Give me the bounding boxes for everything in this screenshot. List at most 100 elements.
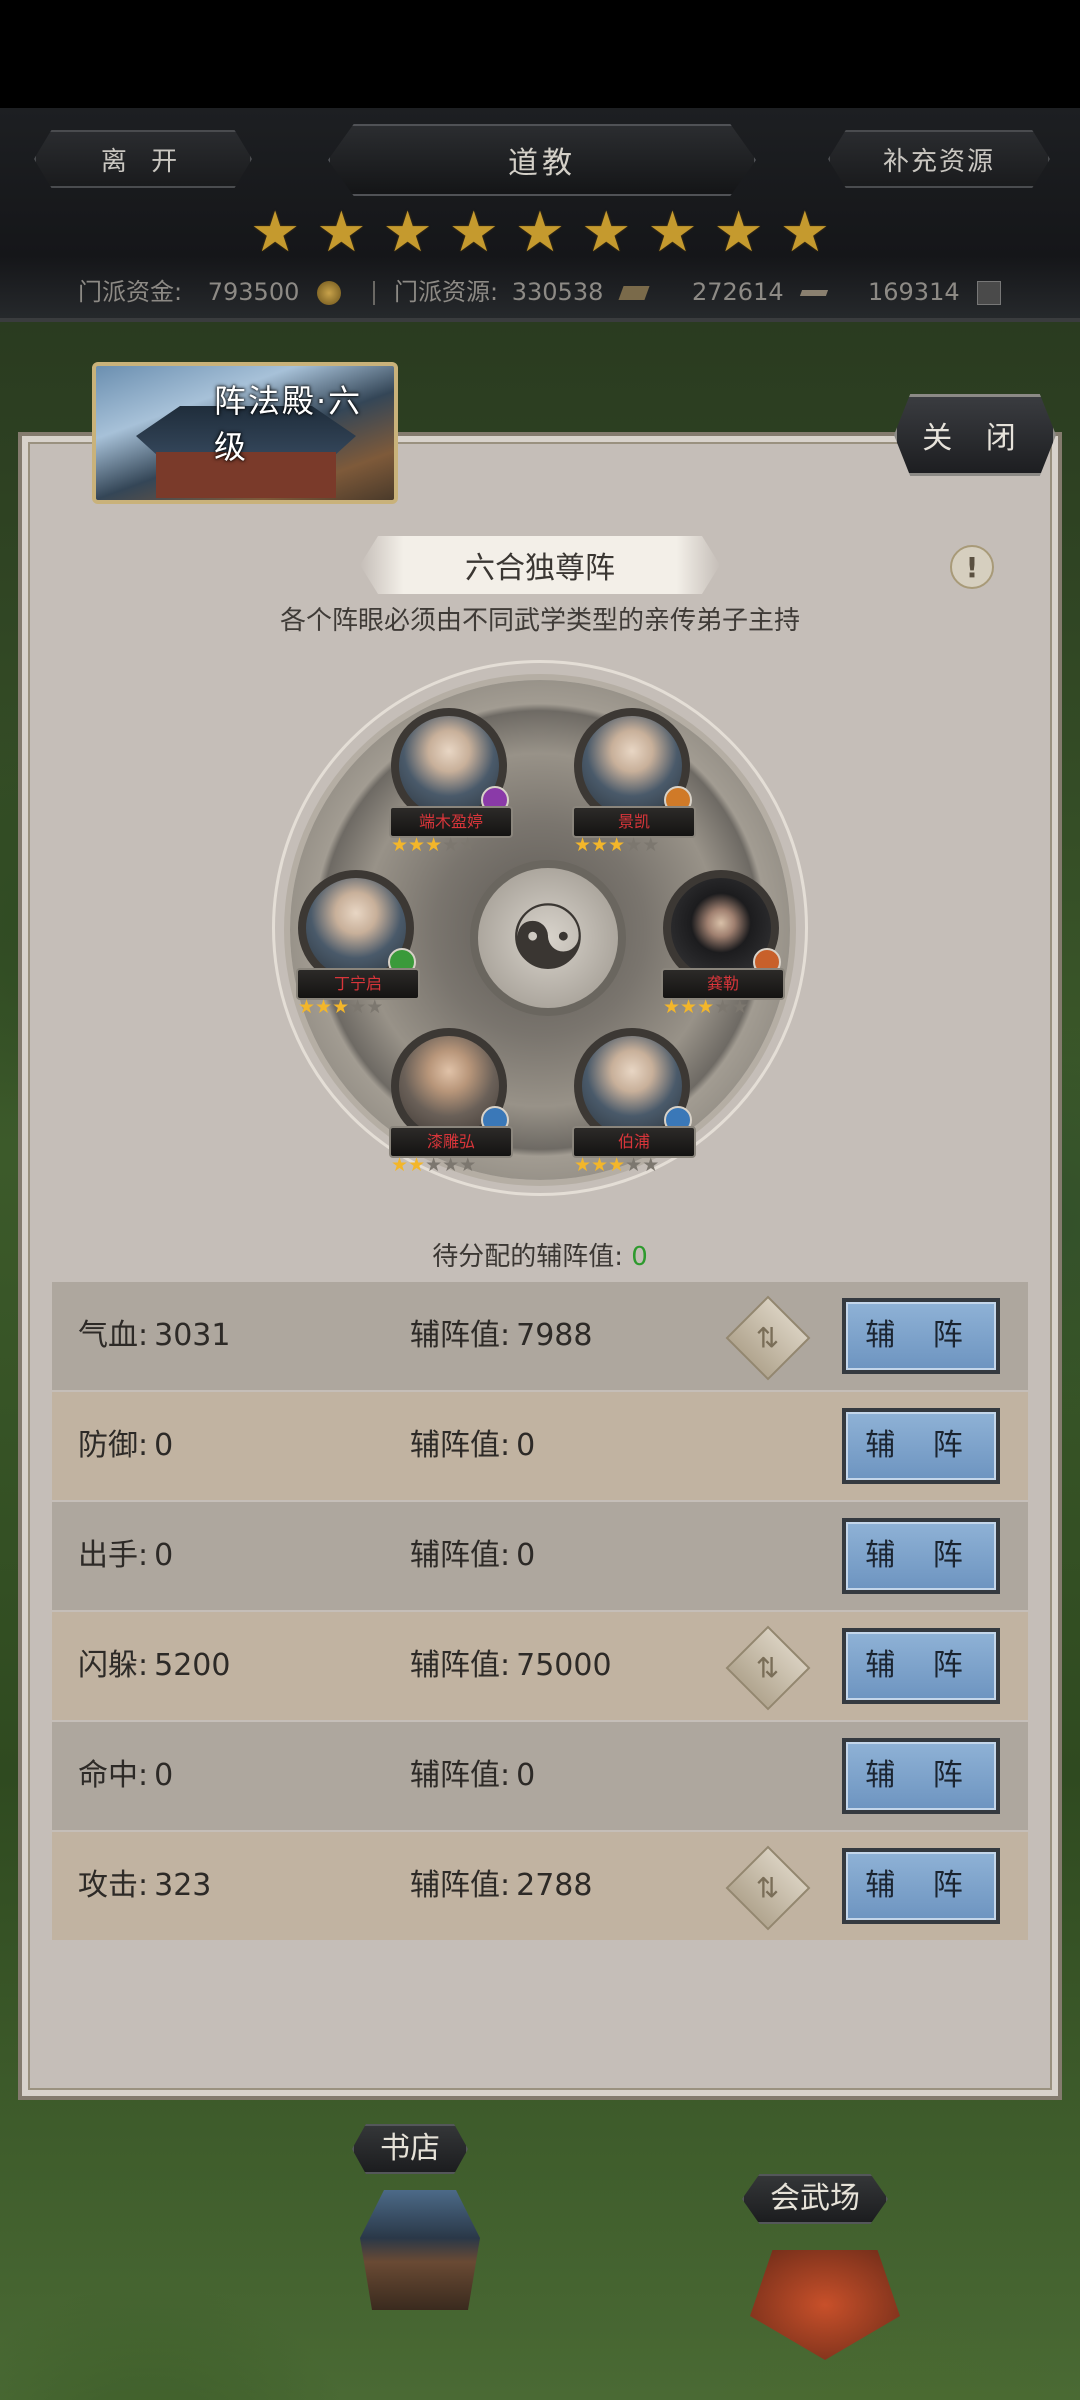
support-value-number: 0 xyxy=(516,1428,536,1463)
attribute-stat: 闪躲: 5200 xyxy=(78,1612,230,1720)
sect-title: 道教 xyxy=(328,124,756,196)
support-button[interactable]: 辅 阵 xyxy=(842,1738,1000,1814)
disciple-slot[interactable]: 端木盈婷 ★★★★★ xyxy=(383,708,515,868)
attribute-value: 0 xyxy=(154,1428,174,1463)
star-icon: ★ xyxy=(298,996,316,1018)
bookstore-label[interactable]: 书店 xyxy=(352,2124,468,2174)
swap-icon[interactable]: ⇅ xyxy=(725,1295,811,1381)
arena-label[interactable]: 会武场 xyxy=(742,2174,888,2224)
star-icon: ★ xyxy=(366,996,384,1018)
resource-bar: 门派资金: 793500 门派资源: 330538 272614 169314 xyxy=(0,272,1080,312)
star-icon: ★ xyxy=(391,1154,409,1176)
disciple-slot[interactable]: 景凯 ★★★★★ xyxy=(566,708,698,868)
attribute-row: 出手: 0 辅阵值: 0 辅 阵 xyxy=(52,1502,1028,1610)
bookstore-building[interactable] xyxy=(360,2190,480,2310)
close-button[interactable]: 关 闭 xyxy=(894,394,1056,476)
pending-support-label: 待分配的辅阵值: xyxy=(432,1242,623,1272)
support-value-number: 0 xyxy=(516,1758,536,1793)
star-icon: ★ xyxy=(574,834,592,856)
disciple-slot[interactable]: 伯浦 ★★★★★ xyxy=(566,1028,698,1188)
swap-icon[interactable]: ⇅ xyxy=(725,1845,811,1931)
attribute-name: 出手: xyxy=(78,1538,149,1573)
star-icon: ★ xyxy=(442,834,460,856)
attribute-value: 3031 xyxy=(154,1318,231,1353)
support-button[interactable]: 辅 阵 xyxy=(842,1298,1000,1374)
star-icon: ★ xyxy=(442,1154,460,1176)
support-value-label: 辅阵值: xyxy=(410,1648,511,1683)
star-icon: ★ xyxy=(391,834,409,856)
pending-support-value: 待分配的辅阵值: 0 xyxy=(0,1236,1080,1273)
support-button[interactable]: 辅 阵 xyxy=(842,1518,1000,1594)
sect-funds: 门派资金: 793500 xyxy=(78,272,341,312)
support-value-label: 辅阵值: xyxy=(410,1318,511,1353)
support-button[interactable]: 辅 阵 xyxy=(842,1408,1000,1484)
attribute-name: 闪躲: xyxy=(78,1648,149,1683)
star-icon: ★ xyxy=(642,1154,660,1176)
disciple-star-rating: ★★★★★ xyxy=(298,996,414,1020)
star-icon: ★ xyxy=(608,1154,626,1176)
attribute-name: 命中: xyxy=(78,1758,149,1793)
formation-hall-banner: 阵法殿·六级 xyxy=(92,362,398,504)
star-icon: ★ xyxy=(642,834,660,856)
disciple-star-rating: ★★★★★ xyxy=(574,834,690,858)
swap-icon[interactable]: ⇅ xyxy=(725,1625,811,1711)
star-icon: ★ xyxy=(332,996,350,1018)
sect-star-icon: ★ xyxy=(316,200,367,265)
attribute-row: 气血: 3031 辅阵值: 7988 ⇅ 辅 阵 xyxy=(52,1282,1028,1390)
replenish-resources-button[interactable]: 补充资源 xyxy=(828,130,1050,188)
sect-star-icon: ★ xyxy=(647,200,698,265)
info-icon[interactable]: ! xyxy=(950,545,994,589)
formation-name: 六合独尊阵 xyxy=(360,536,720,594)
support-button[interactable]: 辅 阵 xyxy=(842,1848,1000,1924)
material-resource-value: 169314 xyxy=(868,278,960,306)
star-icon: ★ xyxy=(714,996,732,1018)
support-stat: 辅阵值: 75000 xyxy=(410,1612,612,1720)
attribute-name: 防御: xyxy=(78,1428,149,1463)
disciple-slot[interactable]: 漆雕弘 ★★★★★ xyxy=(383,1028,515,1188)
support-stat: 辅阵值: 7988 xyxy=(410,1282,592,1390)
disciple-slot[interactable]: 龚勒 ★★★★★ xyxy=(655,870,787,1030)
star-icon: ★ xyxy=(625,834,643,856)
star-icon: ★ xyxy=(408,834,426,856)
attribute-row: 防御: 0 辅阵值: 0 辅 阵 xyxy=(52,1392,1028,1500)
sect-resources: 门派资源: 330538 xyxy=(394,272,650,312)
star-icon: ★ xyxy=(425,1154,443,1176)
star-icon: ★ xyxy=(731,996,749,1018)
support-value-label: 辅阵值: xyxy=(410,1538,511,1573)
attribute-value: 0 xyxy=(154,1538,174,1573)
support-value-number: 0 xyxy=(516,1538,536,1573)
sect-funds-value: 793500 xyxy=(207,278,300,306)
top-bar-divider xyxy=(0,318,1080,322)
weapon-resource-value: 272614 xyxy=(692,278,784,306)
attribute-stat: 命中: 0 xyxy=(78,1722,173,1830)
star-icon: ★ xyxy=(408,1154,426,1176)
separator xyxy=(373,281,375,305)
support-button[interactable]: 辅 阵 xyxy=(842,1628,1000,1704)
disciple-star-rating: ★★★★★ xyxy=(391,1154,507,1178)
support-stat: 辅阵值: 0 xyxy=(410,1722,535,1830)
star-icon: ★ xyxy=(663,996,681,1018)
leave-button[interactable]: 离 开 xyxy=(34,130,252,188)
material-resource: 169314 xyxy=(868,272,1002,312)
attribute-stat: 出手: 0 xyxy=(78,1502,173,1610)
star-icon: ★ xyxy=(625,1154,643,1176)
star-icon: ★ xyxy=(459,1154,477,1176)
yin-yang-icon: ☯ xyxy=(470,860,626,1016)
star-icon: ★ xyxy=(608,834,626,856)
attribute-value: 323 xyxy=(154,1868,212,1903)
support-value-label: 辅阵值: xyxy=(410,1868,511,1903)
star-icon: ★ xyxy=(349,996,367,1018)
star-icon: ★ xyxy=(697,996,715,1018)
support-stat: 辅阵值: 0 xyxy=(410,1502,535,1610)
support-value-number: 2788 xyxy=(516,1868,593,1903)
swap-arrows-icon: ⇅ xyxy=(756,1321,780,1355)
star-icon: ★ xyxy=(315,996,333,1018)
coin-icon xyxy=(317,281,341,305)
attribute-stat: 攻击: 323 xyxy=(78,1832,211,1940)
attribute-row: 攻击: 323 辅阵值: 2788 ⇅ 辅 阵 xyxy=(52,1832,1028,1940)
disciple-slot[interactable]: 丁宁启 ★★★★★ xyxy=(290,870,422,1030)
support-stat: 辅阵值: 0 xyxy=(410,1392,535,1500)
attribute-value: 0 xyxy=(154,1758,174,1793)
sect-rating-stars: ★ ★ ★ ★ ★ ★ ★ ★ ★ xyxy=(250,205,830,261)
formation-rule-text: 各个阵眼必须由不同武学类型的亲传弟子主持 xyxy=(279,606,800,636)
